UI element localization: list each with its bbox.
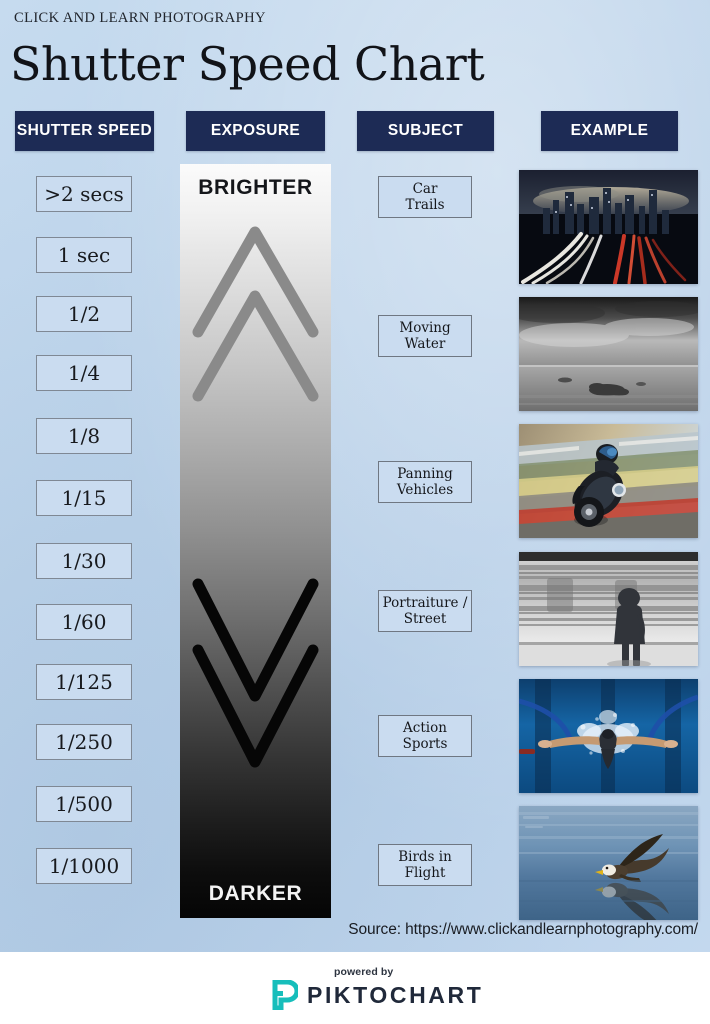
- subject-chip: Action Sports: [378, 715, 472, 757]
- subject-line-1: Car: [412, 181, 438, 197]
- example-photo-action-sports: [519, 679, 698, 793]
- shutter-speed-infographic: CLICK AND LEARN PHOTOGRAPHY Shutter Spee…: [0, 0, 710, 1024]
- example-photo-panning-vehicles: [519, 424, 698, 538]
- subject-line-1: Birds in: [398, 849, 452, 865]
- shutter-speed-chip: 1/4: [36, 355, 132, 391]
- source-link[interactable]: Source: https://www.clickandlearnphotogr…: [348, 921, 698, 939]
- shutter-speed-chip: 1 sec: [36, 237, 132, 273]
- powered-by-label: powered by: [334, 966, 394, 978]
- shutter-speed-chip: 1/125: [36, 664, 132, 700]
- column-header-subject: SUBJECT: [357, 111, 494, 151]
- subject-line-1: Panning: [397, 466, 453, 482]
- subject-chip: Panning Vehicles: [378, 461, 472, 503]
- shutter-speed-column: >2 secs 1 sec 1/2 1/4 1/8 1/15 1/30 1/60 1/125 1/…: [0, 0, 170, 952]
- subject-line-2: Trails: [405, 197, 445, 213]
- shutter-speed-chip: 1/1000: [36, 848, 132, 884]
- subject-chip: Car Trails: [378, 176, 472, 218]
- subject-chip: Moving Water: [378, 315, 472, 357]
- shutter-speed-chip: >2 secs: [36, 176, 132, 212]
- shutter-speed-chip: 1/2: [36, 296, 132, 332]
- piktochart-footer: powered by PIKTOCHART: [0, 952, 710, 1024]
- exposure-gradient-bar: BRIGHTER DARKER: [180, 164, 331, 918]
- subject-line-2: Water: [404, 336, 446, 352]
- example-photo-birds-in-flight: [519, 806, 698, 920]
- subject-line-2: Vehicles: [396, 482, 454, 498]
- subject-chip: Portraiture / Street: [378, 590, 472, 632]
- exposure-darker-label: DARKER: [208, 882, 303, 905]
- shutter-speed-chip: 1/30: [36, 543, 132, 579]
- subject-line-2: Flight: [404, 865, 446, 881]
- shutter-speed-chip: 1/60: [36, 604, 132, 640]
- shutter-speed-chip: 1/250: [36, 724, 132, 760]
- chevron-double-down-icon: [192, 578, 319, 768]
- shutter-speed-chip: 1/500: [36, 786, 132, 822]
- piktochart-lockup[interactable]: PIKTOCHART: [272, 980, 483, 1010]
- exposure-chevrons: [192, 226, 319, 768]
- chevron-double-up-icon: [192, 226, 319, 402]
- example-photo-portraiture-street: [519, 552, 698, 666]
- subject-chip: Birds in Flight: [378, 844, 472, 886]
- subject-line-1: Action: [403, 720, 447, 736]
- example-photo-car-trails: [519, 170, 698, 284]
- subject-line-2: Sports: [402, 736, 448, 752]
- piktochart-wordmark: PIKTOCHART: [307, 981, 484, 1008]
- example-photo-moving-water: [519, 297, 698, 411]
- column-header-exposure: EXPOSURE: [186, 111, 325, 151]
- subject-line-1: Portraiture /: [382, 595, 468, 611]
- piktochart-logo-icon: [272, 980, 298, 1010]
- column-header-example: EXAMPLE: [541, 111, 678, 151]
- shutter-speed-chip: 1/15: [36, 480, 132, 516]
- subject-line-2: Street: [403, 611, 447, 627]
- shutter-speed-chip: 1/8: [36, 418, 132, 454]
- subject-line-1: Moving: [399, 320, 451, 336]
